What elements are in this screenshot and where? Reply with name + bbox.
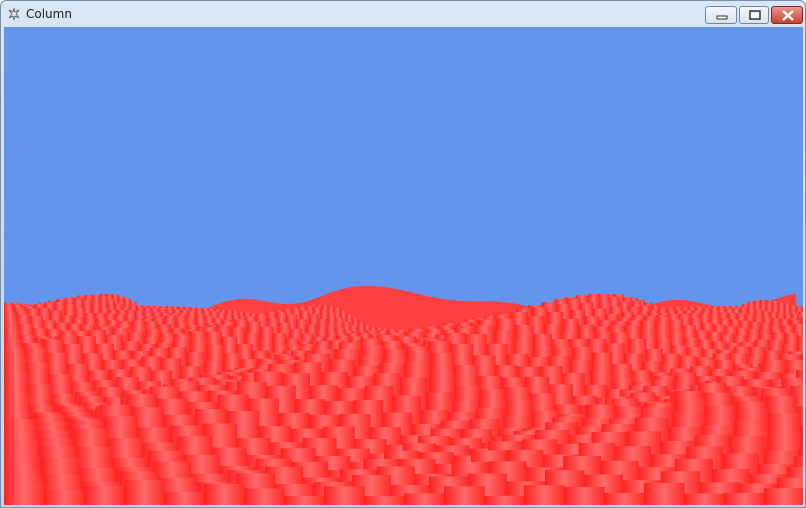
terrain-column — [204, 483, 245, 505]
terrain-column — [84, 485, 125, 505]
terrain-column — [44, 489, 85, 505]
minimize-icon — [716, 15, 728, 20]
app-window: Column — [0, 0, 806, 508]
render-viewport[interactable] — [4, 27, 803, 505]
terrain — [4, 285, 803, 505]
close-button[interactable] — [771, 6, 803, 24]
terrain-column — [324, 486, 365, 505]
terrain-column — [444, 486, 485, 505]
application-icon — [8, 7, 20, 21]
terrain-column — [524, 485, 565, 505]
terrain-column — [604, 492, 645, 505]
terrain-column — [764, 488, 803, 505]
terrain-column — [684, 493, 725, 505]
terrain-column — [124, 480, 165, 505]
terrain-column — [284, 496, 325, 505]
maximize-button[interactable] — [739, 6, 769, 24]
terrain-column — [4, 482, 45, 505]
terrain-column — [724, 492, 765, 505]
window-title: Column — [26, 7, 72, 21]
terrain-column — [404, 493, 445, 505]
minimize-button[interactable] — [705, 6, 737, 24]
close-icon — [782, 10, 794, 21]
terrain-column — [564, 486, 605, 505]
title-bar[interactable]: Column — [1, 1, 805, 27]
terrain-column — [644, 482, 685, 505]
terrain-column — [484, 495, 525, 505]
terrain-scene — [4, 27, 803, 505]
terrain-column — [244, 488, 285, 505]
terrain-column — [364, 496, 405, 505]
maximize-icon — [749, 10, 761, 20]
terrain-column — [164, 491, 205, 505]
